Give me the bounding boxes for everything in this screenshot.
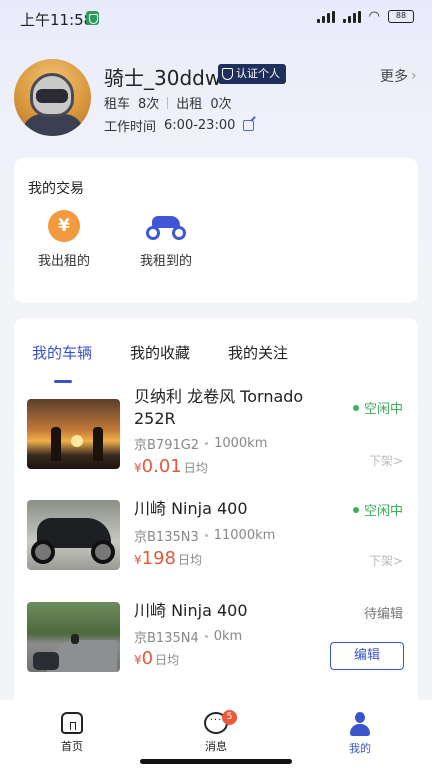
vehicles-card: 我的车辆 我的收藏 我的关注 贝纳利 龙卷风 Tornado 252R 京B79… (14, 318, 418, 708)
nav-item-messages[interactable]: ··· 消息 (186, 712, 246, 754)
price-unit: 日均 (183, 461, 208, 475)
vehicle-price: ¥ 198 日均 (134, 548, 202, 569)
rent-count: 8次 (138, 97, 160, 112)
delist-link[interactable]: 下架> (369, 452, 403, 469)
vehicle-row[interactable]: 川崎 Ninja 400 京B135N4 0km ¥ 0 日均 待编辑 编辑 (14, 594, 418, 694)
edit-button[interactable]: 编辑 (330, 642, 404, 670)
battery-icon: 88 (388, 10, 414, 23)
status-badge: 空闲中 (352, 398, 403, 417)
vehicle-meta: 京B135N3 11000km (134, 526, 275, 545)
vehicle-meta: 京B135N4 0km (134, 627, 242, 646)
badge-label: 认证个人 (236, 67, 280, 80)
verified-badge: 认证个人 (218, 64, 286, 84)
tab-following[interactable]: 我的关注 (228, 342, 288, 363)
vehicle-row[interactable]: 川崎 Ninja 400 京B135N3 11000km ¥ 198 日均 空闲… (14, 492, 418, 592)
status-time: 上午11:58 (20, 11, 94, 29)
status-label: 空闲中 (363, 504, 403, 519)
tab-indicator (54, 380, 72, 383)
trade-item-label: 我出租的 (37, 254, 90, 269)
vehicle-title: 川崎 Ninja 400 (134, 499, 248, 518)
bottom-nav: 首页 ··· 消息 5 我的 (0, 700, 432, 768)
price-unit: 日均 (178, 553, 203, 567)
price-value: 198 (141, 548, 176, 569)
tab-my-vehicles[interactable]: 我的车辆 (32, 342, 92, 363)
yen-icon: ¥ (48, 210, 80, 242)
vehicle-mileage: 0km (213, 629, 243, 644)
profile-stats: 租车 8次 出租 0次 (104, 93, 232, 112)
nav-item-me[interactable]: 我的 (330, 712, 390, 756)
price-currency: ¥ (134, 553, 142, 567)
signal-icon (316, 10, 335, 23)
price-value: 0 (141, 648, 154, 669)
vehicle-thumbnail (27, 399, 120, 469)
status-label: 空闲中 (363, 402, 403, 417)
nav-label: 我的 (349, 742, 371, 755)
tab-bar: 我的车辆 我的收藏 我的关注 (14, 332, 418, 383)
vehicle-row[interactable]: 贝纳利 龙卷风 Tornado 252R 京B791G2 1000km ¥ 0.… (14, 387, 418, 488)
vehicle-thumbnail (27, 500, 120, 570)
trade-title: 我的交易 (28, 181, 84, 197)
trade-item-lent-out[interactable]: ¥ 我出租的 (24, 210, 104, 269)
delist-link[interactable]: 下架> (369, 552, 403, 569)
shield-check-icon (222, 68, 233, 80)
lend-count: 0次 (210, 97, 232, 112)
vehicle-plate: 京B791G2 (134, 438, 200, 453)
price-currency: ¥ (134, 653, 142, 667)
vehicle-price: ¥ 0.01 日均 (134, 456, 208, 477)
vehicle-title: 贝纳利 龙卷风 Tornado 252R (134, 387, 304, 428)
tab-favorites[interactable]: 我的收藏 (130, 342, 190, 363)
status-dot-icon (352, 506, 359, 513)
vehicle-plate: 京B135N3 (134, 530, 199, 545)
work-time: 工作时间 6:00-23:00 (104, 116, 255, 135)
home-indicator (140, 759, 292, 764)
worktime-label: 工作时间 (104, 120, 157, 135)
vehicle-mileage: 1000km (214, 436, 268, 451)
signal-icon-2 (342, 10, 361, 23)
wifi-icon: ◠ (368, 9, 380, 24)
nav-item-home[interactable]: 首页 (42, 712, 102, 754)
vehicle-meta: 京B791G2 1000km (134, 434, 267, 453)
lend-label: 出租 (176, 97, 203, 112)
trade-item-rented[interactable]: 我租到的 (126, 210, 206, 269)
chevron-right-icon: › (411, 68, 417, 84)
profile-icon (348, 712, 372, 736)
motorcycle-icon (144, 210, 188, 242)
vehicle-mileage: 11000km (213, 528, 276, 543)
worktime-value: 6:00-23:00 (164, 118, 236, 133)
username: 骑士_30ddw (104, 66, 222, 90)
vehicle-title: 川崎 Ninja 400 (134, 601, 248, 620)
status-label: 待编辑 (363, 607, 403, 622)
status-dot-icon (352, 404, 359, 411)
home-icon (61, 712, 83, 734)
price-value: 0.01 (141, 456, 182, 477)
message-count-badge: 5 (222, 710, 237, 725)
avatar[interactable] (14, 59, 91, 136)
trade-card: 我的交易 ¥ 我出租的 我租到的 (14, 158, 418, 303)
vehicle-thumbnail (27, 602, 120, 672)
status-bar: 上午11:58 ◠ 88 (0, 0, 432, 36)
price-currency: ¥ (134, 461, 142, 475)
more-label: 更多 (380, 69, 408, 85)
nav-label: 消息 (205, 740, 227, 753)
trade-item-label: 我租到的 (139, 254, 192, 269)
price-unit: 日均 (155, 653, 180, 667)
more-button[interactable]: 更多 › (380, 66, 417, 86)
status-badge: 空闲中 (352, 500, 403, 519)
rent-label: 租车 (104, 97, 131, 112)
vehicle-plate: 京B135N4 (134, 631, 199, 646)
vehicle-price: ¥ 0 日均 (134, 648, 179, 669)
shield-icon (86, 11, 99, 25)
nav-label: 首页 (61, 740, 83, 753)
status-indicators: ◠ 88 (316, 9, 414, 24)
divider (167, 96, 169, 109)
edit-icon[interactable] (243, 120, 255, 131)
